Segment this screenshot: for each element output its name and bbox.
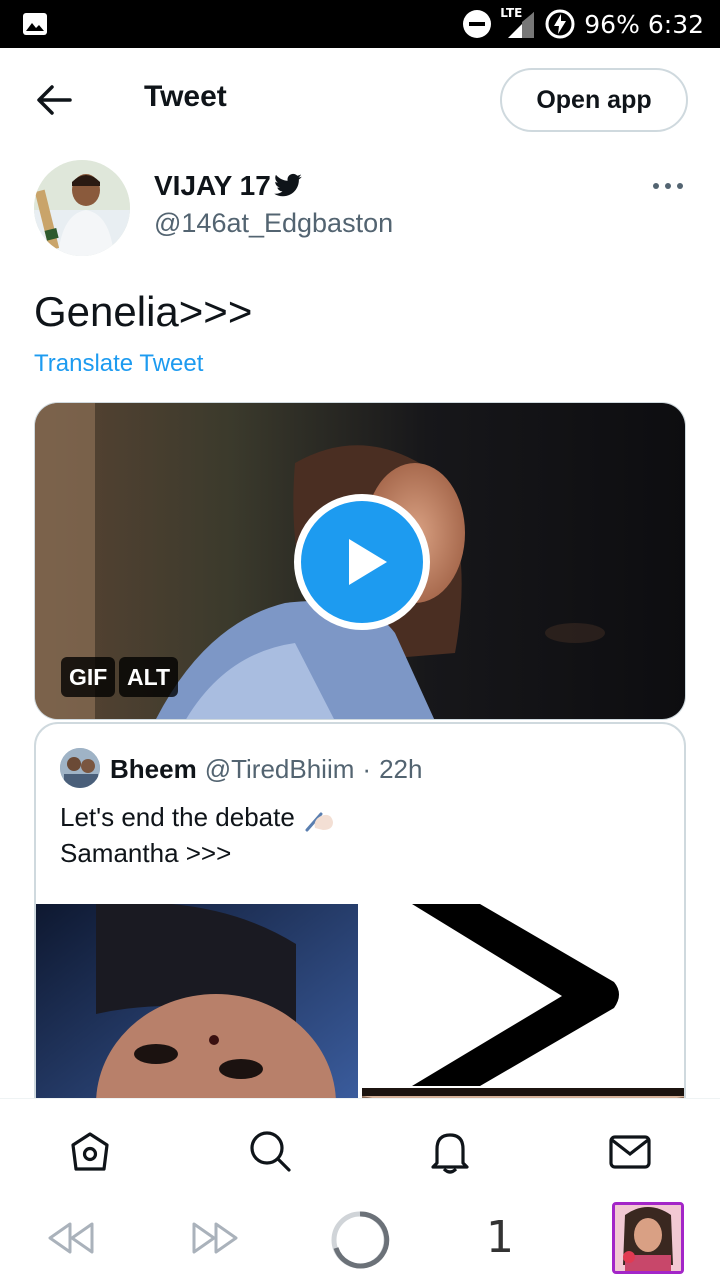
tweet-header: Tweet Open app bbox=[0, 48, 720, 152]
quoted-text-line2: Samantha >>> bbox=[60, 838, 232, 868]
quoted-author-avatar bbox=[60, 748, 100, 788]
fast-forward-icon[interactable] bbox=[188, 1218, 242, 1258]
messages-icon[interactable] bbox=[606, 1127, 654, 1175]
tweet-media-gif[interactable]: GIF ALT bbox=[34, 402, 686, 720]
tab-count[interactable]: 1 bbox=[486, 1212, 514, 1263]
quoted-tweet-header: Bheem @TiredBhiim · 22h bbox=[110, 754, 422, 785]
quoted-tweet-text-line1: Let's end the debate bbox=[60, 800, 337, 834]
quoted-tweet[interactable]: Bheem @TiredBhiim · 22h Let's end the de… bbox=[34, 722, 686, 1142]
twitter-bird-icon bbox=[274, 173, 302, 197]
page-title: Tweet bbox=[144, 80, 227, 113]
search-icon[interactable] bbox=[246, 1127, 294, 1175]
author-name-text: VIJAY 17 bbox=[154, 170, 271, 201]
notifications-icon[interactable] bbox=[426, 1127, 474, 1175]
more-options-icon[interactable] bbox=[650, 176, 686, 196]
bottom-navigation bbox=[0, 1098, 720, 1198]
quoted-text-line1: Let's end the debate bbox=[60, 801, 295, 832]
gallery-notification-icon bbox=[23, 13, 47, 35]
play-icon bbox=[349, 539, 387, 585]
author-handle[interactable]: @146at_Edgbaston bbox=[154, 208, 393, 239]
greater-than-graphic bbox=[362, 904, 684, 1086]
quoted-tweet-time: 22h bbox=[379, 754, 423, 784]
do-not-disturb-icon bbox=[463, 10, 492, 38]
separator-dot: · bbox=[362, 754, 372, 784]
author-avatar[interactable] bbox=[34, 160, 130, 256]
clock: 6:32 bbox=[647, 9, 704, 39]
alt-text-badge[interactable]: ALT bbox=[119, 657, 179, 697]
open-app-button[interactable]: Open app bbox=[500, 68, 688, 132]
back-arrow-icon[interactable] bbox=[34, 82, 74, 118]
quoted-author-handle: @TiredBhiim bbox=[204, 754, 355, 784]
translate-tweet-link[interactable]: Translate Tweet bbox=[34, 350, 203, 378]
home-icon[interactable] bbox=[66, 1127, 114, 1175]
loading-spinner-icon[interactable] bbox=[328, 1208, 392, 1272]
quoted-image-2[interactable] bbox=[362, 904, 684, 1086]
tab-thumbnail[interactable] bbox=[612, 1202, 684, 1274]
lte-signal-icon: LTE bbox=[500, 6, 536, 40]
status-bar: LTE 96% 6:32 bbox=[0, 0, 720, 48]
avatar-image bbox=[34, 160, 130, 256]
battery-saver-icon bbox=[545, 9, 575, 39]
battery-percentage: 96% bbox=[584, 9, 640, 39]
quoted-author-name: Bheem bbox=[110, 754, 197, 784]
writing-hand-emoji-icon bbox=[305, 812, 333, 832]
browser-toolbar: 1 bbox=[0, 1198, 720, 1280]
play-button[interactable] bbox=[294, 494, 430, 630]
author-name[interactable]: VIJAY 17 bbox=[154, 170, 303, 202]
tab-thumbnail-image bbox=[615, 1205, 681, 1271]
gif-badge: GIF bbox=[61, 657, 116, 697]
rewind-icon[interactable] bbox=[44, 1218, 98, 1258]
tweet-text: Genelia>>> bbox=[34, 288, 253, 335]
